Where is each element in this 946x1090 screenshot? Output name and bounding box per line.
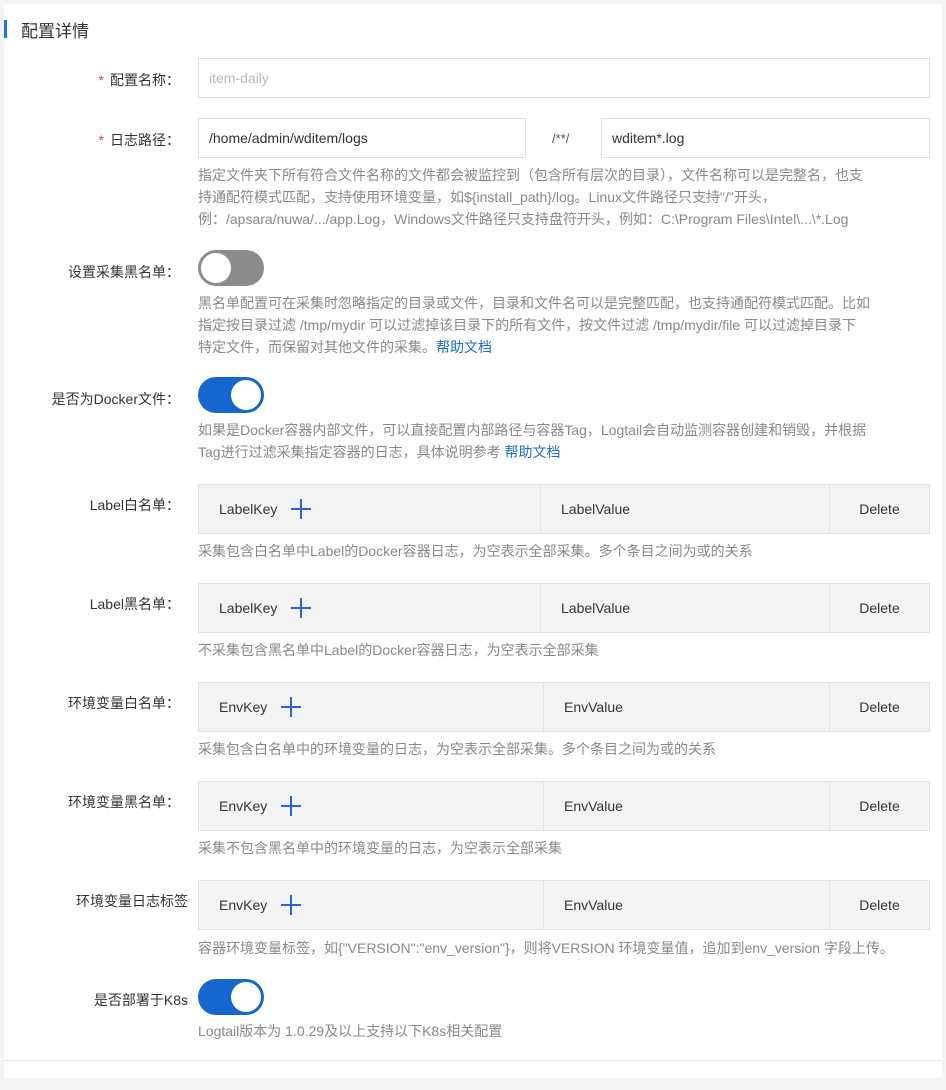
env-blacklist-help: 采集不包含黑名单中的环境变量的日志，为空表示全部采集 xyxy=(198,840,562,856)
env-tags-table: EnvKey EnvValue Delete xyxy=(198,880,930,930)
label-whitelist-label: Label白名单： xyxy=(89,497,180,513)
label-key-column: LabelKey xyxy=(199,584,541,632)
section-accent-bar xyxy=(4,20,7,38)
delete-column: Delete xyxy=(859,798,900,814)
toggle-knob xyxy=(201,253,231,283)
k8s-toggle[interactable] xyxy=(198,979,264,1015)
section-title: 配置详情 xyxy=(21,21,89,41)
add-icon[interactable] xyxy=(281,796,302,816)
docker-label: 是否为Docker文件： xyxy=(51,391,180,407)
path-separator: /**/ xyxy=(552,131,570,146)
env-blacklist-label: 环境变量黑名单： xyxy=(68,794,180,810)
add-icon[interactable] xyxy=(281,895,302,915)
blacklist-label: 设置采集黑名单： xyxy=(68,264,180,280)
env-value-column: EnvValue xyxy=(544,881,830,929)
label-value-column: LabelValue xyxy=(541,485,830,533)
label-whitelist-help: 采集包含白名单中Label的Docker容器日志，为空表示全部采集。多个条目之间… xyxy=(198,543,753,559)
label-key-column: LabelKey xyxy=(199,485,541,533)
env-value-column: EnvValue xyxy=(544,683,830,731)
blacklist-toggle[interactable] xyxy=(198,250,264,286)
env-key-column: EnvKey xyxy=(199,683,544,731)
log-path-help: 指定文件夹下所有符合文件名称的文件都会被监控到（包含所有层次的目录），文件名称可… xyxy=(198,167,863,227)
blacklist-help-link[interactable]: 帮助文档 xyxy=(436,339,492,355)
section-header: 配置详情 xyxy=(4,18,89,41)
env-key-column: EnvKey xyxy=(199,782,544,830)
env-whitelist-help: 采集包含白名单中的环境变量的日志，为空表示全部采集。多个条目之间为或的关系 xyxy=(198,741,716,757)
label-blacklist-table: LabelKey LabelValue Delete xyxy=(198,583,930,633)
env-tags-help: 容器环境变量标签，如{"VERSION":"env_version"}，则将VE… xyxy=(198,940,894,956)
blacklist-help: 黑名单配置可在采集时忽略指定的目录或文件，目录和文件名可以是完整匹配，也支持通配… xyxy=(198,295,870,355)
config-name-input[interactable]: item-daily xyxy=(198,58,930,98)
log-path-label: * 日志路径： xyxy=(98,132,180,148)
docker-toggle[interactable] xyxy=(198,377,264,413)
delete-column: Delete xyxy=(859,699,900,715)
env-key-column: EnvKey xyxy=(199,881,544,929)
required-marker: * xyxy=(98,72,104,88)
env-tags-label: 环境变量日志标签 xyxy=(76,893,188,909)
delete-column: Delete xyxy=(859,600,900,616)
config-name-label: * 配置名称： xyxy=(98,72,180,88)
docker-help-link[interactable]: 帮助文档 xyxy=(504,444,560,460)
required-marker: * xyxy=(98,132,104,148)
label-blacklist-help: 不采集包含黑名单中Label的Docker容器日志，为空表示全部采集 xyxy=(198,642,599,658)
env-blacklist-table: EnvKey EnvValue Delete xyxy=(198,781,930,831)
env-whitelist-label: 环境变量白名单： xyxy=(68,695,180,711)
divider xyxy=(4,1060,942,1061)
k8s-help: Logtail版本为 1.0.29及以上支持以下K8s相关配置 xyxy=(198,1023,503,1039)
toggle-knob xyxy=(231,380,261,410)
add-icon[interactable] xyxy=(281,697,302,717)
log-file-pattern-input[interactable]: wditem*.log xyxy=(601,118,930,158)
label-whitelist-table: LabelKey LabelValue Delete xyxy=(198,484,930,534)
label-blacklist-label: Label黑名单： xyxy=(89,596,180,612)
env-value-column: EnvValue xyxy=(544,782,830,830)
add-icon[interactable] xyxy=(291,499,312,519)
env-whitelist-table: EnvKey EnvValue Delete xyxy=(198,682,930,732)
log-dir-input[interactable]: /home/admin/wditem/logs xyxy=(198,118,526,158)
k8s-label: 是否部署于K8s xyxy=(93,992,188,1008)
delete-column: Delete xyxy=(859,501,900,517)
label-value-column: LabelValue xyxy=(541,584,830,632)
config-detail-panel: 配置详情 * 配置名称： item-daily * 日志路径： /home/admi… xyxy=(4,4,942,1078)
docker-help: 如果是Docker容器内部文件，可以直接配置内部路径与容器Tag，Logtail… xyxy=(198,422,867,460)
add-icon[interactable] xyxy=(291,598,312,618)
delete-column: Delete xyxy=(859,897,900,913)
toggle-knob xyxy=(231,982,261,1012)
